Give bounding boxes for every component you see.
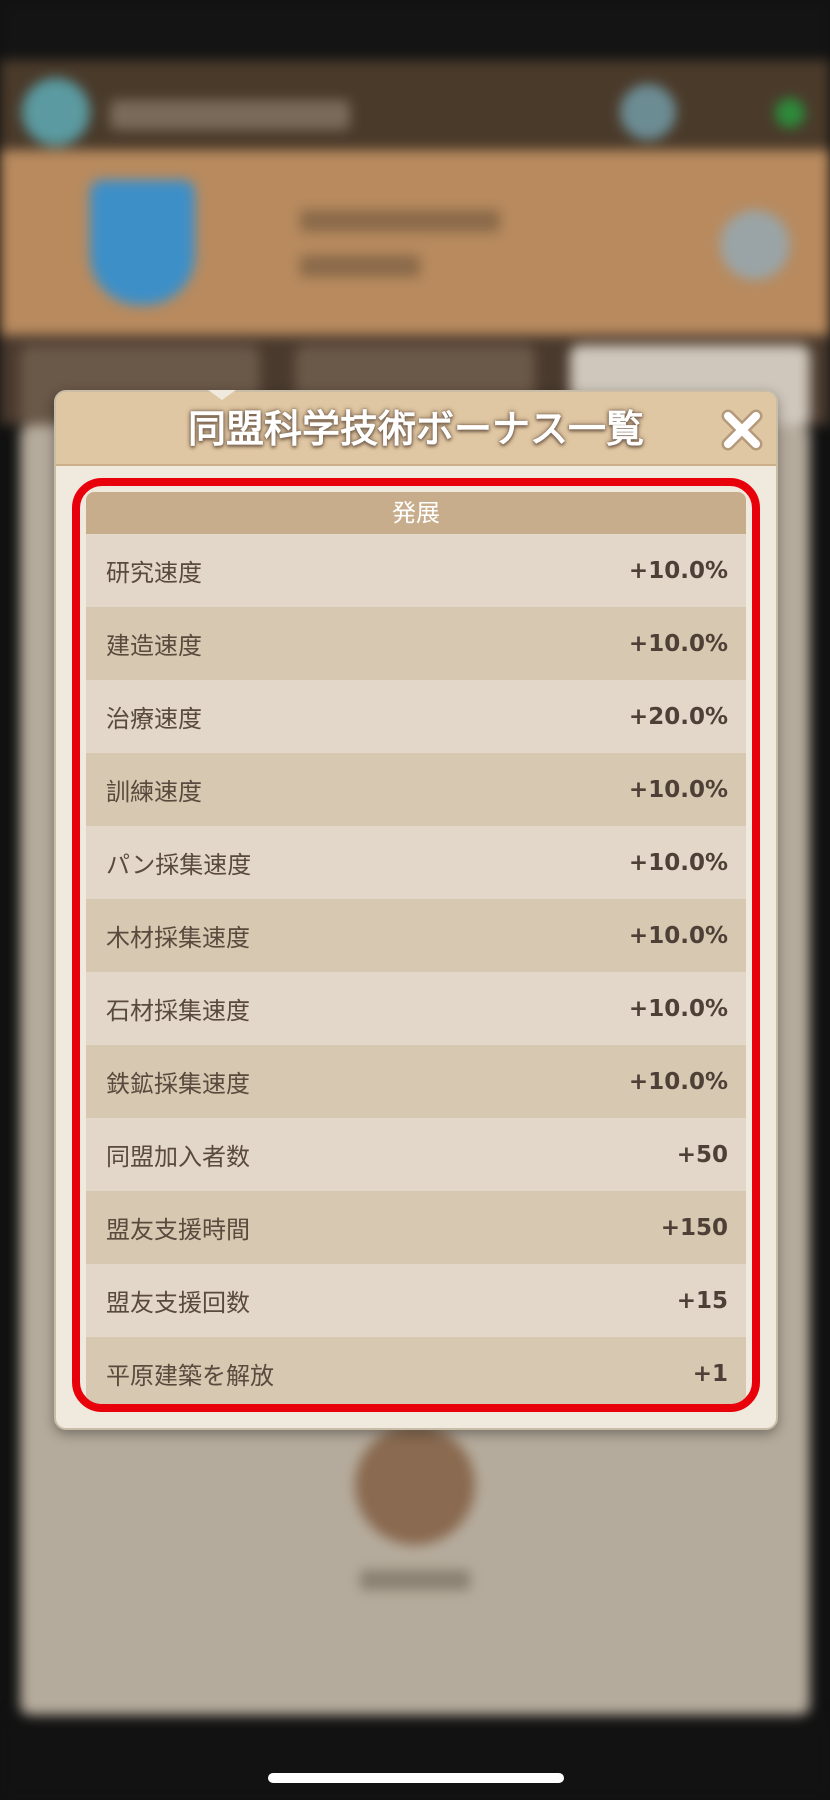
- bonus-row: 木材採集速度 +10.0%: [86, 899, 746, 972]
- bonus-value: +10.0%: [628, 849, 728, 876]
- home-indicator[interactable]: [268, 1773, 564, 1783]
- background-avatar: [22, 78, 90, 146]
- bonus-list-panel[interactable]: 発展 研究速度 +10.0% 建造速度 +10.0% 治療速度 +20.0% 訓…: [72, 478, 760, 1412]
- bonus-value: +10.0%: [628, 776, 728, 803]
- bonus-label: 研究速度: [106, 559, 202, 587]
- bonus-row: 盟友支援回数 +15: [86, 1264, 746, 1337]
- close-icon: [721, 409, 763, 451]
- bonus-value: +10.0%: [628, 922, 728, 949]
- close-button[interactable]: [720, 408, 764, 452]
- bonus-row: 同盟加入者数 +50: [86, 1118, 746, 1191]
- dialog-title: 同盟科学技術ボーナス一覧: [187, 407, 644, 451]
- bonus-label: 鉄鉱採集速度: [106, 1070, 250, 1098]
- bonus-value: +10.0%: [628, 995, 728, 1022]
- bonus-row: 平原建築を解放 +1: [86, 1337, 746, 1404]
- bonus-rows: 研究速度 +10.0% 建造速度 +10.0% 治療速度 +20.0% 訓練速度…: [86, 534, 746, 1404]
- bonus-row: 鉄鉱採集速度 +10.0%: [86, 1045, 746, 1118]
- bonus-row: 治療速度 +20.0%: [86, 680, 746, 753]
- background-emblem: [355, 1425, 475, 1545]
- bonus-value: +10.0%: [628, 630, 728, 657]
- bonus-row: 建造速度 +10.0%: [86, 607, 746, 680]
- section-title: 発展: [86, 492, 746, 534]
- bonus-label: 盟友支援時間: [106, 1216, 250, 1244]
- bonus-label: 盟友支援回数: [106, 1289, 250, 1317]
- bonus-value: +50: [676, 1141, 728, 1168]
- alliance-shield-icon: [90, 180, 195, 305]
- bonus-label: 同盟加入者数: [106, 1143, 250, 1171]
- bonus-label: 石材採集速度: [106, 997, 250, 1025]
- bonus-row: 研究速度 +10.0%: [86, 534, 746, 607]
- bonus-row: 盟友支援時間 +150: [86, 1191, 746, 1264]
- bonus-label: 建造速度: [106, 632, 202, 660]
- bonus-value: +150: [660, 1214, 728, 1241]
- bonus-value: +10.0%: [628, 1068, 728, 1095]
- alliance-tech-bonus-dialog: 同盟科学技術ボーナス一覧 発展 研究速度 +10.0% 建造速度 +10.0% …: [54, 390, 778, 1430]
- bonus-value: +15: [676, 1287, 728, 1314]
- bonus-row: パン採集速度 +10.0%: [86, 826, 746, 899]
- bonus-label: パン採集速度: [106, 851, 252, 879]
- bonus-label: 治療速度: [106, 705, 202, 733]
- bonus-value: +1: [692, 1360, 728, 1387]
- bonus-value: +10.0%: [628, 557, 728, 584]
- background-avatar-2: [620, 84, 676, 140]
- bonus-row: 訓練速度 +10.0%: [86, 753, 746, 826]
- dialog-header: 同盟科学技術ボーナス一覧: [56, 390, 776, 466]
- bonus-row: 石材採集速度 +10.0%: [86, 972, 746, 1045]
- bonus-label: 平原建築を解放: [106, 1362, 274, 1390]
- bonus-label: 訓練速度: [106, 778, 202, 806]
- bonus-value: +20.0%: [628, 703, 728, 730]
- bonus-label: 木材採集速度: [106, 924, 250, 952]
